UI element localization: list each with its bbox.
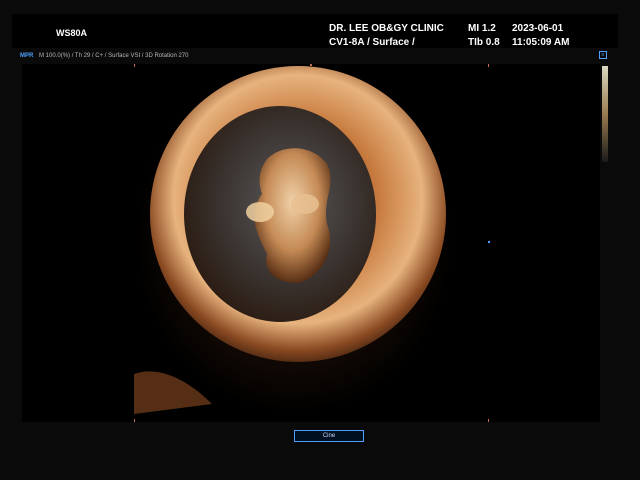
- mi-value: MI 1.2: [468, 23, 496, 34]
- exam-date: 2023-06-01: [512, 23, 564, 34]
- device-model: WS80A: [56, 28, 88, 38]
- header-bar: WS80A DR. LEE OB&GY CLINIC CV1-8A / Surf…: [12, 14, 618, 48]
- roi-tick: [134, 419, 135, 422]
- fetus-limb-bud: [246, 202, 274, 222]
- roi-tick: [310, 64, 312, 66]
- imaging-params: M 100.0(%) / Th 29 / C+ / Surface VSI / …: [39, 53, 189, 59]
- cine-button[interactable]: Cine: [294, 430, 364, 442]
- 3d-render-image: [134, 64, 454, 414]
- center-marker: [488, 241, 490, 243]
- ultrasound-viewport[interactable]: [22, 64, 600, 422]
- roi-tick: [134, 64, 135, 67]
- acoustic-indices: MI 1.2 TIb 0.8: [468, 22, 500, 50]
- clinic-info: DR. LEE OB&GY CLINIC CV1-8A / Surface /: [329, 22, 444, 50]
- mpr-mode-tag[interactable]: MPR: [20, 53, 33, 59]
- date-time: 2023-06-01 11:05:09 AM: [512, 22, 569, 50]
- probe-mode: CV1-8A / Surface /: [329, 37, 415, 48]
- settings-icon[interactable]: ≡: [599, 51, 607, 59]
- tib-value: TIb 0.8: [468, 37, 500, 48]
- imaging-params-bar: MPR M 100.0(%) / Th 29 / C+ / Surface VS…: [20, 50, 610, 62]
- roi-tick: [488, 64, 489, 67]
- grayscale-map-bar: [602, 66, 608, 162]
- clinic-name: DR. LEE OB&GY CLINIC: [329, 23, 444, 34]
- fetus-limb-bud-2: [291, 194, 319, 214]
- exam-time: 11:05:09 AM: [512, 37, 570, 48]
- roi-tick: [488, 419, 489, 422]
